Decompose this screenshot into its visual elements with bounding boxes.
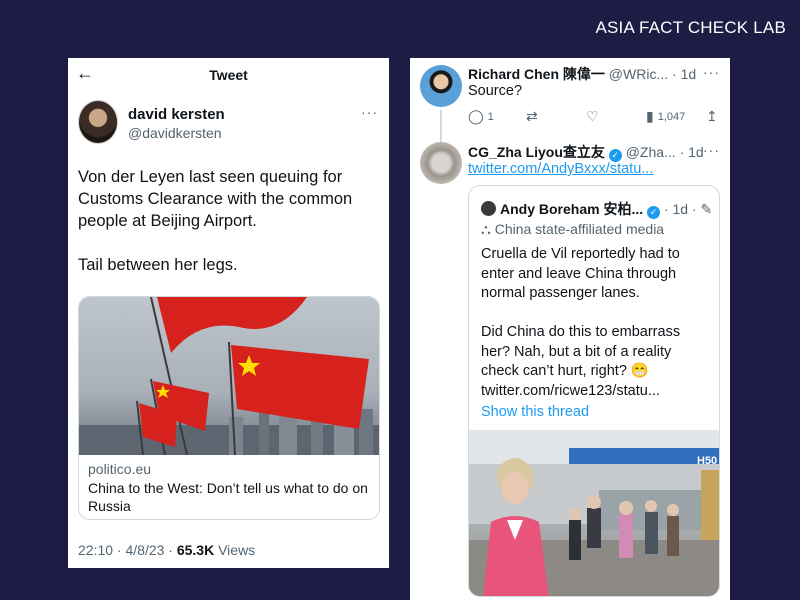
state-affiliated-text: China state-affiliated media [494,221,665,237]
like-button[interactable]: ♡ [586,108,599,125]
tweet-header-title: Tweet [209,67,248,83]
tweet-link[interactable]: twitter.com/AndyBxxx/statu... [468,161,653,177]
tweet-timestamp[interactable]: 22:10 · 4/8/23 · [78,542,177,558]
avatar[interactable] [420,142,462,184]
retweet-button[interactable]: ⇄ [526,108,538,125]
reply-header: CG_Zha Liyou查立友 ✓ @Zha... · 1d [468,142,726,162]
state-affiliated-label[interactable]: ⛬ China state-affiliated media [481,221,664,238]
tweet-author: david kersten @davidkersten ··· [78,100,378,146]
tweet-actions: ◯ 1 ⇄ ♡ ▮ 1,047 ↥ [468,108,722,126]
more-icon[interactable]: ··· [703,142,720,158]
avatar[interactable] [78,100,118,144]
author-name[interactable]: Richard Chen 陳偉一 [468,66,605,82]
tweet-time[interactable]: · 1d · [664,201,697,217]
comment-icon: ◯ [468,108,484,124]
avatar[interactable] [481,201,496,216]
quote-text: Cruella de Vil reportedly had to enter a… [481,245,713,421]
tweet-time[interactable]: · 1d [680,144,704,160]
share-icon: ↥ [706,108,718,124]
quoted-tweet[interactable]: Andy Boreham 安柏... ✓ · 1d · ✎ ⛬ China st… [468,185,720,597]
link-card-headline[interactable]: China to the West: Don’t tell us what to… [88,479,376,515]
author-name[interactable]: CG_Zha Liyou查立友 [468,144,605,160]
verified-badge-icon: ✓ [647,206,661,219]
reply-count: 1 [487,110,494,123]
author-handle[interactable]: @davidkersten [128,125,222,141]
building-icon: ⛬ [481,221,491,237]
author-name[interactable]: david kersten [128,106,225,123]
tweet-text: Von der Leyen last seen queuing for Cust… [78,166,378,298]
heart-icon: ♡ [586,108,599,124]
tweet-meta: 22:10 · 4/8/23 · 65.3K Views [78,542,255,558]
link-preview-card[interactable]: politico.eu China to the West: Don’t tel… [78,296,380,520]
views-button[interactable]: ▮ 1,047 [646,108,685,125]
right-thread-card: Richard Chen 陳偉一 @WRic... · 1d ··· Sourc… [410,58,730,600]
author-handle[interactable]: @WRic... [609,66,668,82]
left-tweet-card: ← Tweet david kersten @davidkersten ··· … [68,58,389,568]
bar-chart-icon: ▮ [646,108,654,124]
retweet-icon: ⇄ [526,108,538,124]
views-count: 1,047 [657,110,686,123]
show-thread-link[interactable]: Show this thread [481,404,589,420]
tweet-header: ← Tweet [68,58,389,88]
reply-text: Source? [468,83,523,99]
quote-text-line: Did China do this to embarrass her? Nah,… [481,324,681,399]
tweet-text-line: Von der Leyen last seen queuing for Cust… [78,168,353,230]
quote-header: Andy Boreham 安柏... ✓ · 1d · ✎ [481,199,717,219]
views-label: Views [214,542,256,558]
more-icon[interactable]: ··· [361,104,378,120]
airport-photo[interactable]: H50 [469,430,719,596]
share-button[interactable]: ↥ [706,108,718,125]
author-handle[interactable]: @Zha... [626,144,676,160]
reply-header: Richard Chen 陳偉一 @WRic... · 1d [468,64,726,84]
reply-button[interactable]: ◯ 1 [468,108,494,125]
thread-connector [440,110,442,142]
views-count: 65.3K [176,542,215,558]
tweet-text-line: Tail between her legs. [78,256,238,274]
quote-text-line: Cruella de Vil reportedly had to enter a… [481,246,680,301]
edit-icon: ✎ [700,201,713,217]
link-card-domain[interactable]: politico.eu [88,461,151,477]
avatar[interactable] [420,65,462,107]
brand-label: ASIA FACT CHECK LAB [595,18,786,37]
author-name[interactable]: Andy Boreham 安柏... [500,201,643,217]
tweet-time[interactable]: · 1d [672,66,696,82]
more-icon[interactable]: ··· [703,64,720,80]
flags-image [79,297,379,455]
